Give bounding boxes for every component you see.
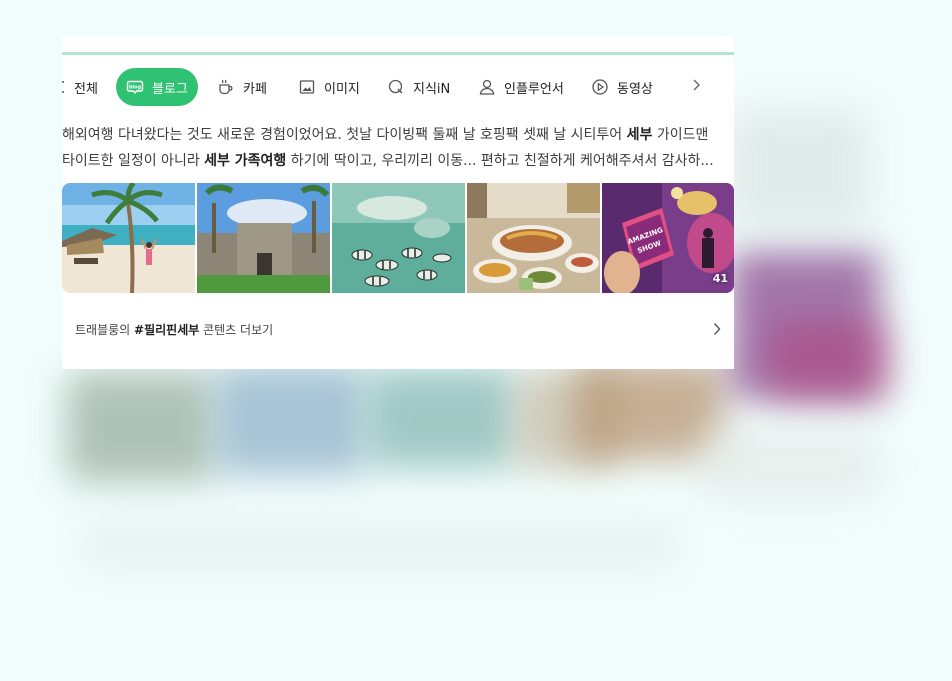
kin-search-icon xyxy=(387,78,405,96)
tab-bar: 전체 blog 블로그 카페 이미지 지식iN 인플루언서 동영상 xyxy=(62,68,734,106)
tab-label: 이미지 xyxy=(324,81,360,97)
more-content-link[interactable]: 트래블룽의 #필리핀세부 콘텐츠 더보기 xyxy=(62,311,734,347)
thumbnail-food[interactable] xyxy=(467,183,600,293)
snippet-line: 타이트한 일정이 아니라 세부 가족여행 하기에 딱이고, 우리끼리 이동...… xyxy=(62,148,734,174)
image-count-badge: 41 xyxy=(712,272,728,285)
tab-label: 인플루언서 xyxy=(504,81,564,97)
image-icon xyxy=(298,78,316,96)
tab-kin[interactable]: 지식iN xyxy=(387,68,450,106)
hashtag: #필리핀세부 xyxy=(134,322,200,337)
snippet-highlight: 세부 가족여행 xyxy=(204,153,287,169)
chevron-right-icon xyxy=(691,78,701,96)
image-strip: AMAZING SHOW 41 xyxy=(62,183,734,293)
search-result-card: 전체 blog 블로그 카페 이미지 지식iN 인플루언서 동영상 해외여행 다… xyxy=(62,36,734,369)
snippet-text: 타이트한 일정이 아니라 xyxy=(62,153,205,169)
blurred-background xyxy=(770,320,890,400)
blurred-background xyxy=(216,365,366,475)
more-prefix: 트래블룽의 xyxy=(75,322,135,337)
tab-scroll-right-button[interactable] xyxy=(687,68,705,106)
snippet-highlight: 세부 xyxy=(626,127,653,143)
person-icon xyxy=(478,78,496,96)
more-content-text: 트래블룽의 #필리핀세부 콘텐츠 더보기 xyxy=(75,321,273,338)
thumbnail-snorkeling[interactable] xyxy=(332,183,465,293)
divider xyxy=(62,52,734,55)
more-suffix: 콘텐츠 더보기 xyxy=(199,322,274,337)
blurred-background xyxy=(730,110,870,230)
tab-all[interactable]: 전체 xyxy=(62,68,98,106)
thumbnail-fort[interactable] xyxy=(197,183,330,293)
thumbnail-show[interactable]: AMAZING SHOW 41 xyxy=(602,183,734,293)
blog-icon: blog xyxy=(126,78,144,96)
snippet-text: 가이드맨 xyxy=(652,127,709,143)
snippet-text: 하기에 딱이고, 우리끼리 이동... 편하고 친절하게 케어해주셔서 감사하.… xyxy=(286,153,714,169)
tab-label: 카페 xyxy=(243,81,267,97)
tab-label: 블로그 xyxy=(152,81,188,97)
tab-scroll-left-icon xyxy=(62,78,68,96)
tab-video[interactable]: 동영상 xyxy=(591,68,653,106)
tab-label: 전체 xyxy=(74,81,98,97)
tab-image[interactable]: 이미지 xyxy=(298,68,360,106)
tab-blog[interactable]: blog 블로그 xyxy=(116,68,198,106)
tab-label: 지식iN xyxy=(413,81,451,97)
play-circle-icon xyxy=(591,78,609,96)
coffee-cup-icon xyxy=(217,78,235,96)
tab-label: 동영상 xyxy=(617,81,653,97)
chevron-right-icon xyxy=(712,321,722,341)
blurred-background xyxy=(80,520,680,570)
thumbnail-beach[interactable] xyxy=(62,183,195,293)
tab-cafe[interactable]: 카페 xyxy=(217,68,267,106)
blurred-background xyxy=(700,430,880,500)
tab-influencer[interactable]: 인플루언서 xyxy=(478,68,564,106)
svg-text:blog: blog xyxy=(129,85,142,91)
blurred-background xyxy=(366,368,516,468)
blurred-background xyxy=(66,372,216,482)
snippet-text: 해외여행 다녀왔다는 것도 새로운 경험이었어요. 첫날 다이빙팩 둘째 날 호… xyxy=(62,127,627,143)
snippet-line: 해외여행 다녀왔다는 것도 새로운 경험이었어요. 첫날 다이빙팩 둘째 날 호… xyxy=(62,122,734,148)
result-snippet[interactable]: 해외여행 다녀왔다는 것도 새로운 경험이었어요. 첫날 다이빙팩 둘째 날 호… xyxy=(62,122,734,174)
